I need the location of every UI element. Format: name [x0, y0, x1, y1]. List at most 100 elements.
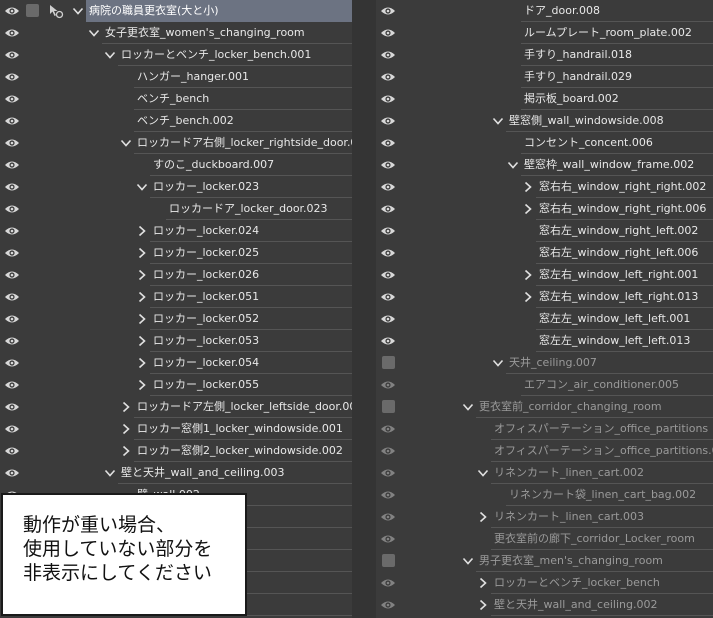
- tree-row[interactable]: 窓右右_window_right_right.002: [376, 176, 713, 198]
- eye-icon[interactable]: [4, 357, 20, 369]
- chevron-right-icon[interactable]: [136, 379, 148, 391]
- eye-icon[interactable]: [4, 225, 20, 237]
- eye-icon[interactable]: [4, 401, 20, 413]
- eye-icon[interactable]: [380, 93, 396, 105]
- eye-icon[interactable]: [380, 203, 396, 215]
- tree-row[interactable]: ロッカー_locker.024: [0, 220, 352, 242]
- eye-icon[interactable]: [4, 49, 20, 61]
- chevron-down-icon[interactable]: [492, 115, 504, 127]
- tree-row[interactable]: 天井_ceiling.007: [376, 352, 713, 374]
- eye-icon[interactable]: [380, 489, 396, 501]
- eye-icon[interactable]: [380, 511, 396, 523]
- chevron-right-icon[interactable]: [522, 203, 534, 215]
- tree-row[interactable]: 男子更衣室_men's_changing_room: [376, 550, 713, 572]
- chevron-down-icon[interactable]: [104, 467, 116, 479]
- tree-row[interactable]: ハンガー_hanger.001: [0, 66, 352, 88]
- chevron-right-icon[interactable]: [120, 445, 132, 457]
- tree-row[interactable]: 病院の職員更衣室(大と小): [0, 0, 352, 22]
- chevron-down-icon[interactable]: [136, 181, 148, 193]
- tree-row[interactable]: ロッカードア右側_locker_rightside_door.001: [0, 132, 352, 154]
- eye-icon[interactable]: [4, 335, 20, 347]
- tree-row[interactable]: 窓右左_window_right_left.006: [376, 242, 713, 264]
- eye-icon[interactable]: [380, 225, 396, 237]
- chevron-right-icon[interactable]: [136, 357, 148, 369]
- tree-row[interactable]: ロッカー_locker.051: [0, 286, 352, 308]
- eye-icon[interactable]: [380, 269, 396, 281]
- tree-row[interactable]: ベンチ_bench.002: [0, 110, 352, 132]
- tree-row[interactable]: ベンチ_bench: [0, 88, 352, 110]
- tree-row[interactable]: ロッカー窓側1_locker_windowside.001: [0, 418, 352, 440]
- tree-row[interactable]: ロッカーとベンチ_locker_bench.001: [0, 44, 352, 66]
- tree-row[interactable]: 壁窓枠_wall_window_frame.002: [376, 154, 713, 176]
- pointer-pen-icon[interactable]: [48, 3, 64, 19]
- tree-row[interactable]: コンセント_concent.006: [376, 132, 713, 154]
- eye-icon[interactable]: [4, 313, 20, 325]
- chevron-right-icon[interactable]: [136, 335, 148, 347]
- eye-icon[interactable]: [380, 445, 396, 457]
- tree-row[interactable]: ロッカードア左側_locker_leftside_door.001: [0, 396, 352, 418]
- eye-icon[interactable]: [4, 5, 20, 17]
- eye-icon[interactable]: [4, 247, 20, 259]
- eye-icon[interactable]: [380, 313, 396, 325]
- chevron-right-icon[interactable]: [136, 313, 148, 325]
- tree-row[interactable]: リネンカート_linen_cart.002: [376, 462, 713, 484]
- tree-row[interactable]: オフィスパーテーション_office_partitions: [376, 418, 713, 440]
- tree-row[interactable]: ロッカー窓側2_locker_windowside.002: [0, 440, 352, 462]
- chevron-right-icon[interactable]: [136, 247, 148, 259]
- chevron-right-icon[interactable]: [136, 291, 148, 303]
- eye-icon[interactable]: [380, 137, 396, 149]
- tree-row[interactable]: 窓右左_window_right_left.002: [376, 220, 713, 242]
- tree-row[interactable]: 手すり_handrail.029: [376, 66, 713, 88]
- eye-icon[interactable]: [380, 5, 396, 17]
- eye-icon[interactable]: [4, 269, 20, 281]
- tree-row[interactable]: 壁窓側_wall_windowside.008: [376, 110, 713, 132]
- eye-icon[interactable]: [380, 115, 396, 127]
- eye-icon[interactable]: [4, 467, 20, 479]
- tree-row[interactable]: 窓右右_window_right_right.006: [376, 198, 713, 220]
- eye-icon[interactable]: [380, 379, 396, 391]
- tree-row[interactable]: ロッカー_locker.026: [0, 264, 352, 286]
- chevron-right-icon[interactable]: [136, 269, 148, 281]
- eye-icon[interactable]: [4, 71, 20, 83]
- eye-icon[interactable]: [4, 379, 20, 391]
- tree-row[interactable]: 手すり_handrail.018: [376, 44, 713, 66]
- eye-icon[interactable]: [380, 533, 396, 545]
- tree-row[interactable]: ルームプレート_room_plate.002: [376, 22, 713, 44]
- eye-icon[interactable]: [380, 335, 396, 347]
- eye-icon[interactable]: [380, 599, 396, 611]
- chevron-down-icon[interactable]: [492, 357, 504, 369]
- chevron-down-icon[interactable]: [104, 49, 116, 61]
- chevron-right-icon[interactable]: [522, 291, 534, 303]
- eye-icon[interactable]: [380, 27, 396, 39]
- eye-icon[interactable]: [4, 445, 20, 457]
- eye-icon[interactable]: [4, 181, 20, 193]
- visibility-checkbox-icon[interactable]: [382, 356, 395, 369]
- tree-row[interactable]: 窓左右_window_left_right.001: [376, 264, 713, 286]
- tree-row[interactable]: エアコン_air_conditioner.005: [376, 374, 713, 396]
- tree-row[interactable]: ロッカー_locker.025: [0, 242, 352, 264]
- eye-icon[interactable]: [380, 181, 396, 193]
- tree-row[interactable]: ロッカー_locker.053: [0, 330, 352, 352]
- tree-row[interactable]: 窓左右_window_left_right.013: [376, 286, 713, 308]
- eye-icon[interactable]: [380, 71, 396, 83]
- chevron-right-icon[interactable]: [522, 269, 534, 281]
- visibility-checkbox-icon[interactable]: [382, 554, 395, 567]
- eye-icon[interactable]: [4, 423, 20, 435]
- tree-row[interactable]: ロッカー_locker.054: [0, 352, 352, 374]
- chevron-right-icon[interactable]: [477, 511, 489, 523]
- tree-row[interactable]: ロッカードア_locker_door.023: [0, 198, 352, 220]
- chevron-right-icon[interactable]: [120, 423, 132, 435]
- tree-row[interactable]: オフィスパーテーション_office_partitions.001: [376, 440, 713, 462]
- tree-row[interactable]: 窓左左_window_left_left.001: [376, 308, 713, 330]
- eye-icon[interactable]: [4, 27, 20, 39]
- eye-icon[interactable]: [380, 423, 396, 435]
- eye-icon[interactable]: [380, 577, 396, 589]
- panel-divider[interactable]: [352, 0, 376, 618]
- eye-icon[interactable]: [4, 203, 20, 215]
- eye-icon[interactable]: [4, 137, 20, 149]
- eye-icon[interactable]: [380, 467, 396, 479]
- tree-row[interactable]: 更衣室前の廊下_corridor_Locker_room: [376, 528, 713, 550]
- eye-icon[interactable]: [380, 247, 396, 259]
- tree-row[interactable]: 壁と天井_wall_and_ceiling.003: [0, 462, 352, 484]
- chevron-down-icon[interactable]: [72, 5, 84, 17]
